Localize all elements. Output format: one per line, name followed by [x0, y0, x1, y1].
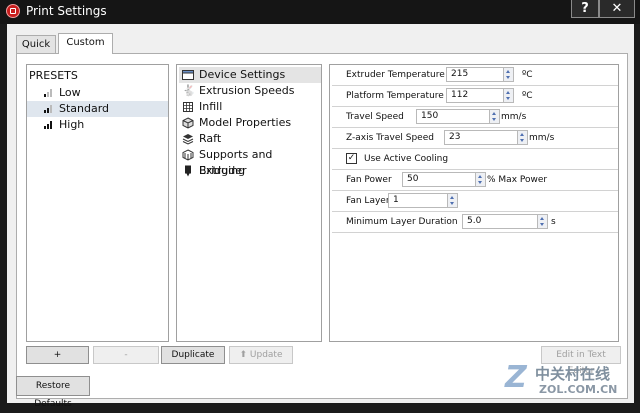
z-axis-travel-speed-unit: mm/s: [529, 133, 555, 143]
presets-heading: PRESETS: [29, 69, 78, 82]
fan-layer-label: Fan Layer: [346, 196, 390, 206]
preset-label: Low: [59, 86, 81, 99]
update-preset-button[interactable]: ⬆ Update: [229, 346, 293, 364]
watermark-en: ZOL.COM.CN: [539, 383, 618, 396]
platform-temperature-unit: ºC: [522, 91, 533, 101]
remove-preset-button[interactable]: -: [93, 346, 159, 364]
title-bar: Print Settings ? ✕: [0, 0, 640, 24]
app-logo-icon: [6, 4, 20, 18]
z-axis-travel-speed-row: Z-axis Travel Speed 23 mm/s: [332, 128, 618, 149]
zol-watermark: Z 中关村在线 ZOL.COM.CN: [505, 362, 635, 402]
preset-high[interactable]: High: [27, 117, 168, 133]
platform-temperature-spinbox[interactable]: 112: [446, 88, 514, 103]
category-label: Device Settings: [199, 68, 286, 81]
extruder-icon: [182, 165, 194, 177]
travel-speed-value: 150: [421, 111, 439, 121]
signal-high-icon: [44, 121, 52, 129]
restore-defaults-button[interactable]: Restore Defaults: [16, 376, 90, 409]
model-cube-icon: [182, 117, 194, 129]
fan-layer-value: 1: [393, 195, 399, 205]
category-infill[interactable]: Infill: [179, 99, 321, 115]
device-settings-panel: Extruder Temperature 215 ºC Platform Tem…: [329, 64, 619, 342]
category-extruder[interactable]: Extruder: [179, 163, 321, 179]
category-supports-and-bridging[interactable]: Supports and Bridging: [179, 147, 321, 177]
z-axis-travel-speed-spinbox[interactable]: 23: [444, 130, 528, 145]
platform-temperature-row: Platform Temperature 112 ºC: [332, 86, 618, 107]
spin-arrows-icon[interactable]: [447, 194, 457, 207]
custom-tab-panel: PRESETS Low Standard High Device Setting…: [16, 53, 628, 399]
extruder-temperature-unit: ºC: [522, 70, 533, 80]
minimum-layer-duration-unit: s: [551, 217, 556, 227]
fan-power-row: Fan Power 50 % Max Power: [332, 170, 618, 191]
minimum-layer-duration-row: Minimum Layer Duration 5.0 s: [332, 212, 618, 233]
platform-temperature-value: 112: [451, 90, 469, 100]
active-cooling-checkbox[interactable]: ✓: [346, 153, 357, 164]
category-extrusion-speeds[interactable]: 🐇 Extrusion Speeds: [179, 83, 321, 99]
arrow-up-icon: ⬆: [239, 350, 248, 360]
raft-layers-icon: [182, 133, 194, 145]
update-button-label: Update: [249, 350, 283, 360]
fan-power-value: 50: [407, 174, 419, 184]
close-button[interactable]: ✕: [599, 0, 635, 18]
presets-list[interactable]: PRESETS Low Standard High: [26, 64, 169, 342]
category-device-settings[interactable]: Device Settings: [179, 67, 321, 83]
extruder-temperature-row: Extruder Temperature 215 ºC: [332, 65, 618, 86]
spin-arrows-icon[interactable]: [503, 89, 513, 102]
infill-cube-icon: [182, 101, 194, 113]
category-label: Model Properties: [199, 116, 292, 129]
category-label: Extrusion Speeds: [199, 84, 295, 97]
minimum-layer-duration-label: Minimum Layer Duration: [346, 217, 458, 227]
category-label: Raft: [199, 132, 222, 145]
watermark-cn: 中关村在线: [535, 365, 611, 383]
fan-layer-row: Fan Layer 1: [332, 191, 618, 212]
active-cooling-row: ✓ Use Active Cooling: [332, 149, 618, 170]
window-title: Print Settings: [26, 4, 107, 18]
preset-low[interactable]: Low: [27, 85, 168, 101]
travel-speed-label: Travel Speed: [346, 112, 404, 122]
travel-speed-unit: mm/s: [501, 112, 527, 122]
category-label: Extruder: [199, 164, 247, 177]
preset-standard[interactable]: Standard: [27, 101, 168, 117]
rabbit-icon: 🐇: [182, 84, 196, 97]
duplicate-preset-button[interactable]: Duplicate: [161, 346, 225, 364]
spin-arrows-icon[interactable]: [489, 110, 499, 123]
z-axis-travel-speed-label: Z-axis Travel Speed: [346, 133, 434, 143]
help-button[interactable]: ?: [571, 0, 599, 18]
spin-arrows-icon[interactable]: [537, 215, 547, 228]
window-icon: [182, 69, 194, 81]
supports-icon: [182, 149, 194, 161]
category-label: Infill: [199, 100, 223, 113]
tab-quick[interactable]: Quick: [16, 35, 56, 53]
minimum-layer-duration-spinbox[interactable]: 5.0: [462, 214, 548, 229]
settings-category-list[interactable]: Device Settings 🐇 Extrusion Speeds Infil…: [176, 64, 322, 342]
add-preset-button[interactable]: +: [26, 346, 89, 364]
preset-label: Standard: [59, 102, 110, 115]
category-model-properties[interactable]: Model Properties: [179, 115, 321, 131]
active-cooling-label[interactable]: Use Active Cooling: [364, 154, 448, 164]
travel-speed-row: Travel Speed 150 mm/s: [332, 107, 618, 128]
extruder-temperature-value: 215: [451, 69, 469, 79]
fan-power-unit: % Max Power: [487, 175, 548, 185]
platform-temperature-label: Platform Temperature: [346, 91, 444, 101]
tab-custom[interactable]: Custom: [58, 33, 113, 54]
signal-low-icon: [44, 89, 52, 97]
z-axis-travel-speed-value: 23: [449, 132, 461, 142]
dialog-body: Quick Custom PRESETS Low Standard High D…: [7, 24, 634, 409]
preset-label: High: [59, 118, 85, 131]
travel-speed-spinbox[interactable]: 150: [416, 109, 500, 124]
spin-arrows-icon[interactable]: [517, 131, 527, 144]
fan-layer-spinbox[interactable]: 1: [388, 193, 458, 208]
signal-medium-icon: [44, 105, 52, 113]
fan-power-label: Fan Power: [346, 175, 392, 185]
extruder-temperature-label: Extruder Temperature: [346, 70, 445, 80]
zol-logo-icon: Z: [505, 360, 527, 395]
spin-arrows-icon[interactable]: [503, 68, 513, 81]
category-raft[interactable]: Raft: [179, 131, 321, 147]
minimum-layer-duration-value: 5.0: [467, 216, 482, 226]
spin-arrows-icon[interactable]: [475, 173, 485, 186]
fan-power-spinbox[interactable]: 50: [402, 172, 486, 187]
extruder-temperature-spinbox[interactable]: 215: [446, 67, 514, 82]
